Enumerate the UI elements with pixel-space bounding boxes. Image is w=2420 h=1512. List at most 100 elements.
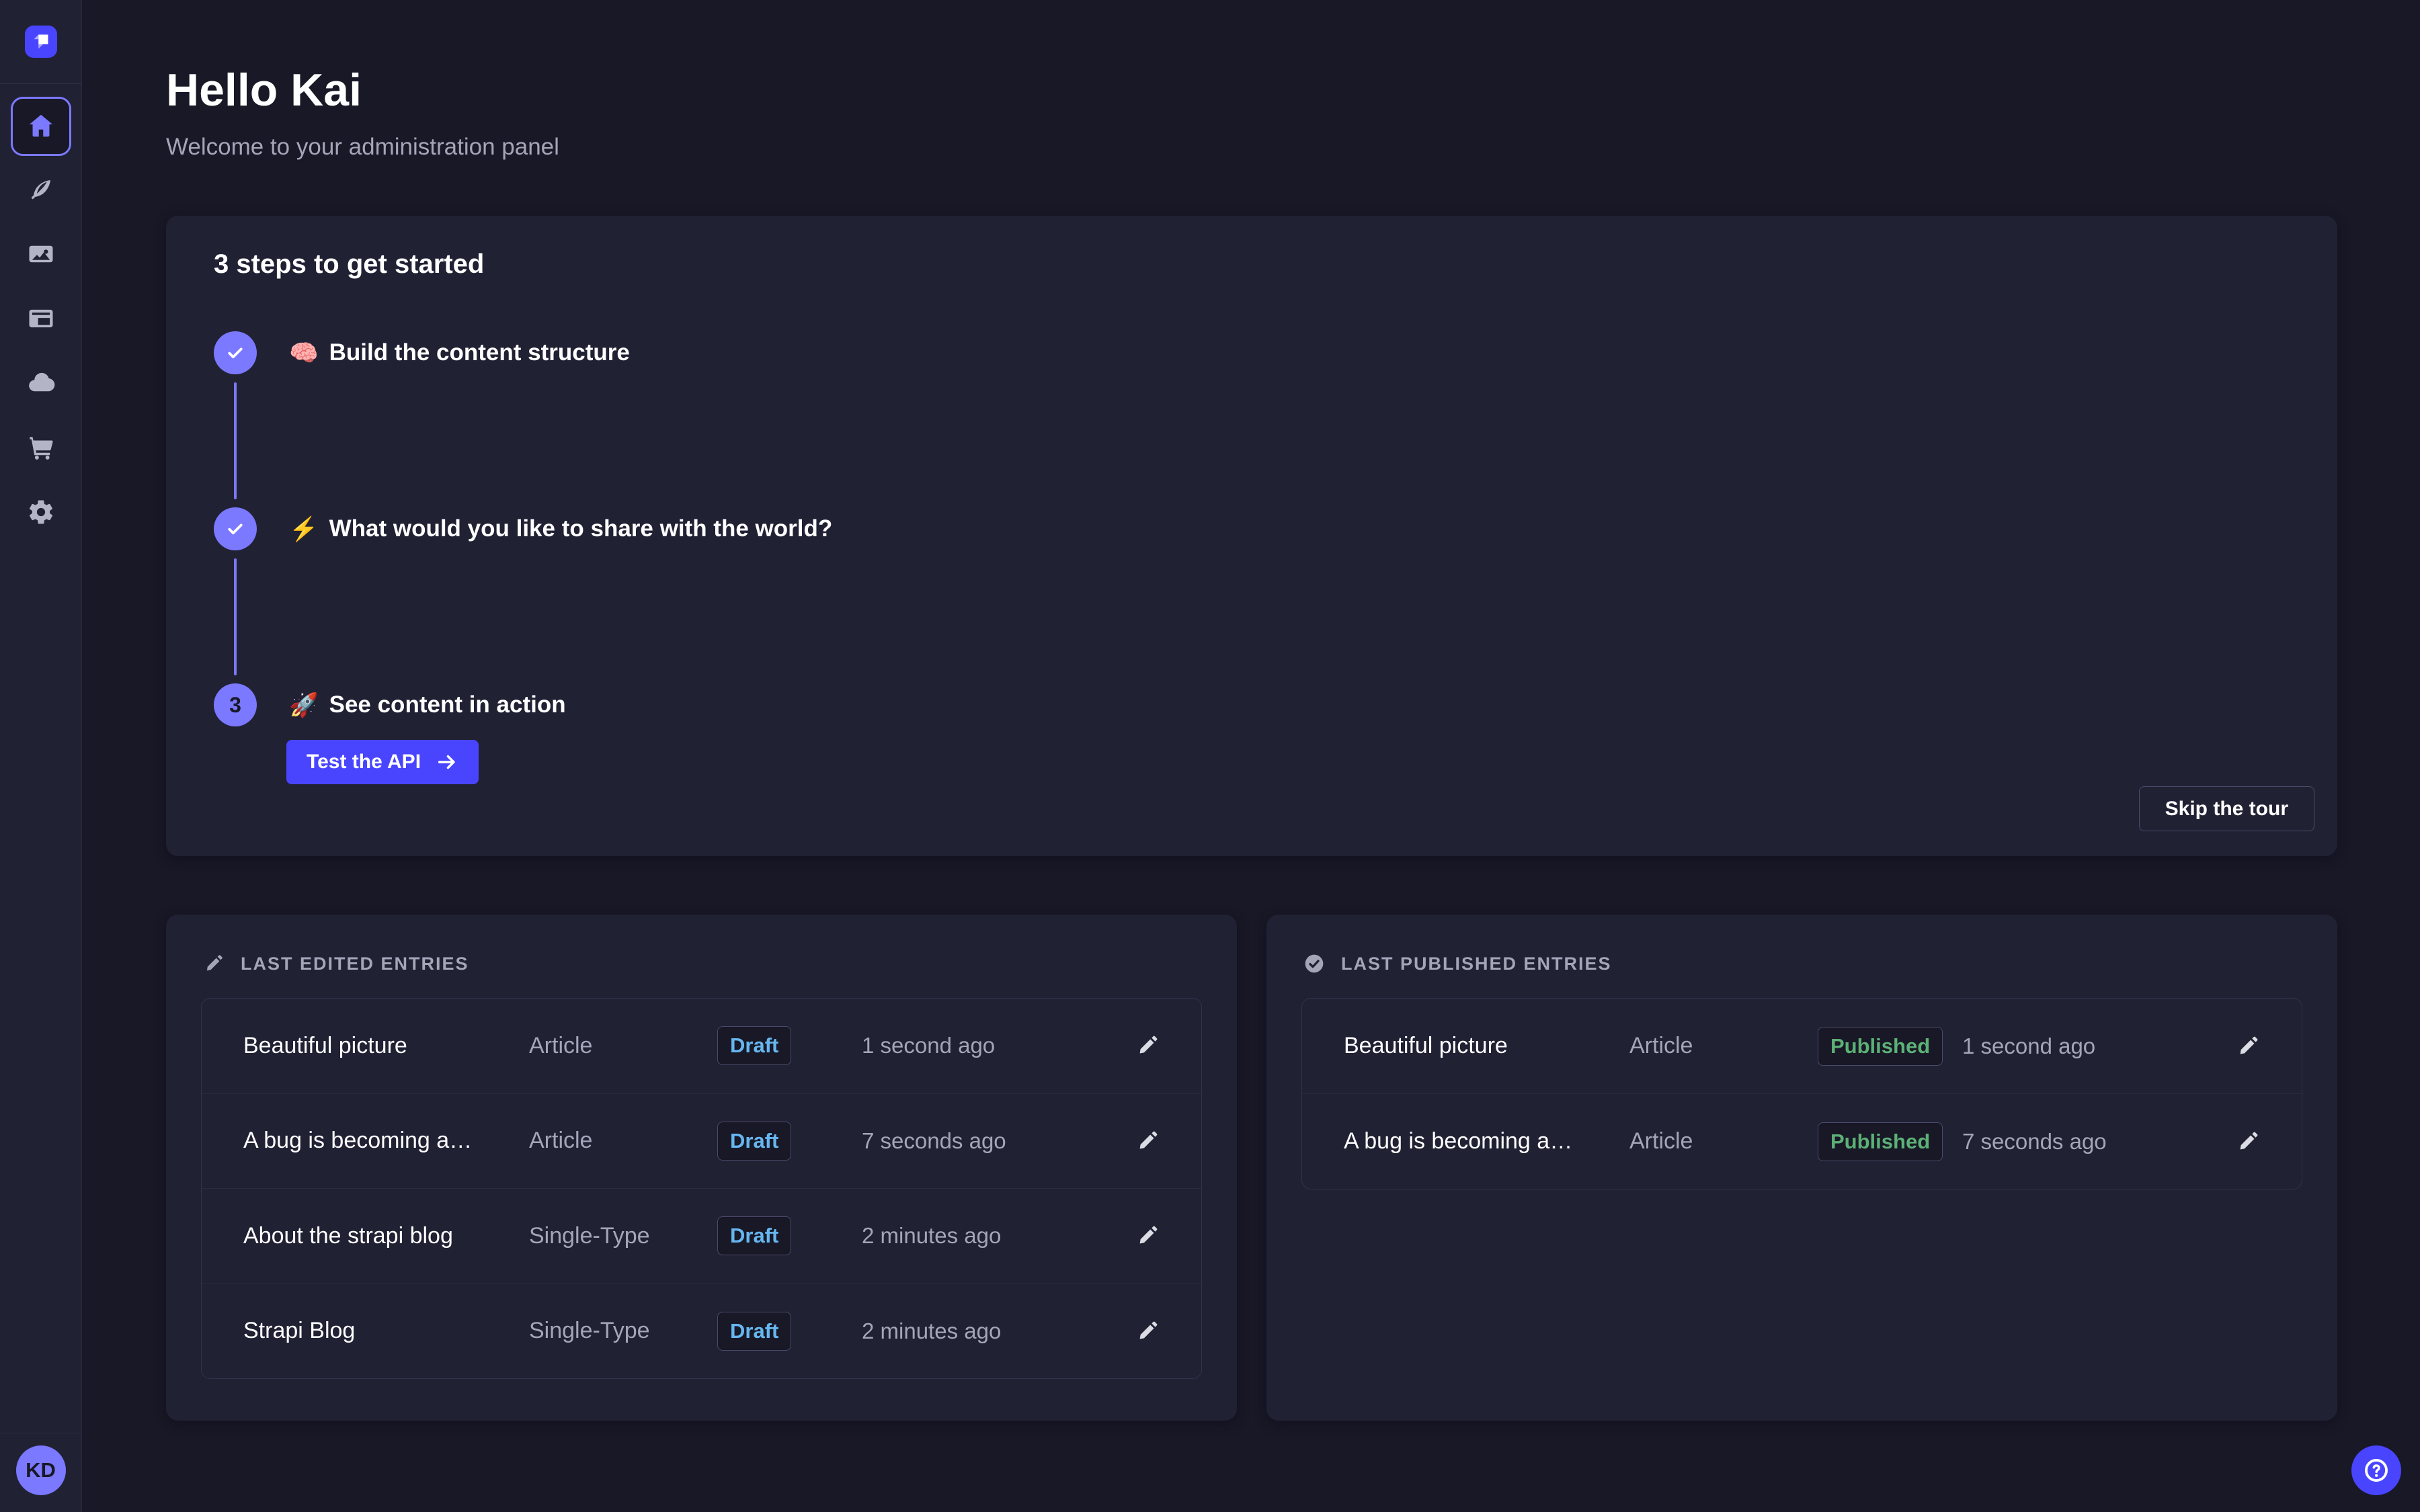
last-edited-header: LAST EDITED ENTRIES xyxy=(203,953,469,974)
sidebar-item-marketplace[interactable] xyxy=(10,417,72,478)
entry-updated-time: 7 seconds ago xyxy=(862,1128,1127,1154)
question-circle-icon xyxy=(2362,1456,2390,1484)
cart-icon xyxy=(27,433,55,462)
feather-icon xyxy=(27,175,55,204)
table-row: About the strapi blog Single-Type Draft … xyxy=(202,1189,1201,1284)
sidebar-item-home[interactable] xyxy=(11,97,71,156)
step-label: 🚀 See content in action xyxy=(289,691,566,719)
step-connector-line xyxy=(234,558,237,675)
entry-type: Article xyxy=(529,1128,717,1154)
entry-updated-time: 2 minutes ago xyxy=(862,1223,1127,1249)
pencil-icon xyxy=(203,953,225,974)
step-label-text: What would you like to share with the wo… xyxy=(329,515,833,542)
brain-emoji: 🧠 xyxy=(289,339,319,367)
edit-entry-button[interactable] xyxy=(2236,1034,2260,1058)
last-published-card: LAST PUBLISHED ENTRIES Beautiful picture… xyxy=(1266,915,2337,1421)
sidebar: KD xyxy=(0,0,82,1512)
entry-type: Single-Type xyxy=(529,1318,717,1344)
entry-updated-time: 2 minutes ago xyxy=(862,1318,1127,1344)
table-row: A bug is becoming a… Article Draft 7 sec… xyxy=(202,1094,1201,1189)
status-badge: Draft xyxy=(717,1122,791,1161)
sidebar-item-deploy[interactable] xyxy=(10,352,72,414)
arrow-right-icon xyxy=(436,751,458,773)
last-edited-title: LAST EDITED ENTRIES xyxy=(241,954,469,974)
sidebar-footer: KD xyxy=(0,1433,81,1512)
table-row: Beautiful picture Article Published 1 se… xyxy=(1302,999,2302,1094)
user-avatar[interactable]: KD xyxy=(16,1445,66,1495)
sidebar-item-media-library[interactable] xyxy=(10,223,72,285)
check-circle-icon xyxy=(1303,953,1325,974)
sidebar-nav xyxy=(10,97,72,543)
help-button[interactable] xyxy=(2351,1445,2401,1495)
entry-type: Article xyxy=(1629,1128,1818,1154)
step-label: ⚡ What would you like to share with the … xyxy=(289,515,832,543)
last-published-header: LAST PUBLISHED ENTRIES xyxy=(1303,953,1612,974)
sidebar-item-content-manager[interactable] xyxy=(10,159,72,220)
edit-entry-button[interactable] xyxy=(2236,1130,2260,1154)
entry-title: Beautiful picture xyxy=(243,1033,529,1059)
last-published-title: LAST PUBLISHED ENTRIES xyxy=(1341,954,1612,974)
main-content: Hello Kai Welcome to your administration… xyxy=(83,0,2420,1512)
pencil-icon xyxy=(1135,1224,1160,1248)
sidebar-item-content-type-builder[interactable] xyxy=(10,288,72,349)
table-row: Beautiful picture Article Draft 1 second… xyxy=(202,999,1201,1094)
test-api-label: Test the API xyxy=(307,751,421,773)
step-done-check-icon xyxy=(214,331,257,374)
step-connector-line xyxy=(234,382,237,499)
edit-entry-button[interactable] xyxy=(1135,1319,1160,1343)
tour-step-1: 🧠 Build the content structure xyxy=(214,331,630,374)
lightning-emoji: ⚡ xyxy=(289,515,319,543)
tour-step-2: ⚡ What would you like to share with the … xyxy=(214,507,832,550)
strapi-logo[interactable] xyxy=(25,26,57,58)
page-title: Hello Kai xyxy=(166,64,2420,116)
status-badge: Draft xyxy=(717,1216,791,1255)
entries-section: LAST EDITED ENTRIES Beautiful picture Ar… xyxy=(166,915,2420,1421)
table-row: Strapi Blog Single-Type Draft 2 minutes … xyxy=(202,1284,1201,1379)
status-badge: Published xyxy=(1818,1122,1943,1161)
entry-title: Strapi Blog xyxy=(243,1318,529,1344)
step-label-text: Build the content structure xyxy=(329,339,630,366)
entry-title: Beautiful picture xyxy=(1344,1033,1629,1059)
status-badge: Published xyxy=(1818,1027,1943,1066)
pencil-icon xyxy=(1135,1319,1160,1343)
last-edited-card: LAST EDITED ENTRIES Beautiful picture Ar… xyxy=(166,915,1237,1421)
pencil-icon xyxy=(2236,1034,2260,1058)
pencil-icon xyxy=(1135,1129,1160,1153)
pencil-icon xyxy=(1135,1034,1160,1058)
pencil-icon xyxy=(2236,1130,2260,1154)
layout-icon xyxy=(27,304,55,333)
entry-type: Article xyxy=(529,1033,717,1059)
strapi-logo-icon xyxy=(25,26,57,58)
home-icon xyxy=(26,111,56,142)
tour-step-3: 3 🚀 See content in action xyxy=(214,683,566,726)
sidebar-item-settings[interactable] xyxy=(10,481,72,543)
status-badge: Draft xyxy=(717,1312,791,1351)
step-label: 🧠 Build the content structure xyxy=(289,339,630,367)
entry-type: Single-Type xyxy=(529,1223,717,1249)
page-subtitle: Welcome to your administration panel xyxy=(166,134,2420,161)
sidebar-divider xyxy=(0,83,81,84)
step-number: 3 xyxy=(229,693,241,718)
entry-updated-time: 1 second ago xyxy=(862,1033,1127,1058)
status-badge: Draft xyxy=(717,1026,791,1065)
guided-tour-card: 3 steps to get started 🧠 Build the conte… xyxy=(166,216,2337,856)
entry-updated-time: 1 second ago xyxy=(1962,1034,2228,1059)
step-number-badge: 3 xyxy=(214,683,257,726)
entry-title: About the strapi blog xyxy=(243,1223,529,1249)
entry-title: A bug is becoming a… xyxy=(243,1128,529,1154)
step-done-check-icon xyxy=(214,507,257,550)
gear-icon xyxy=(27,498,55,526)
test-api-button[interactable]: Test the API xyxy=(286,740,479,784)
table-row: A bug is becoming a… Article Published 7… xyxy=(1302,1094,2302,1189)
last-edited-table: Beautiful picture Article Draft 1 second… xyxy=(201,998,1202,1379)
pictures-icon xyxy=(27,240,55,268)
edit-entry-button[interactable] xyxy=(1135,1034,1160,1058)
skip-tour-button[interactable]: Skip the tour xyxy=(2139,786,2314,831)
entry-type: Article xyxy=(1629,1033,1818,1059)
edit-entry-button[interactable] xyxy=(1135,1224,1160,1248)
last-published-table: Beautiful picture Article Published 1 se… xyxy=(1301,998,2302,1189)
edit-entry-button[interactable] xyxy=(1135,1129,1160,1153)
rocket-emoji: 🚀 xyxy=(289,691,319,719)
guided-tour-title: 3 steps to get started xyxy=(214,249,484,280)
cloud-icon xyxy=(27,369,55,397)
